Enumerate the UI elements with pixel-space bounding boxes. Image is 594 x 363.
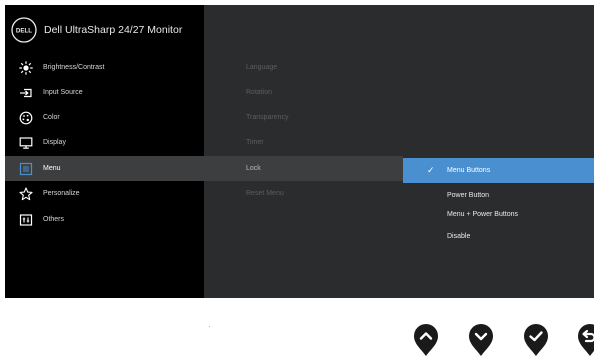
lock-option-menu-buttons[interactable]: ✓ Menu Buttons [403,158,594,183]
others-icon [19,213,33,227]
submenu-item-label: Timer [246,139,264,146]
monitor-title: Dell UltraSharp 24/27 Monitor [44,24,183,36]
nav-key-confirm[interactable] [522,322,550,358]
submenu-panel: Language Rotation Transparency Timer Loc… [204,5,403,298]
menu-item-others[interactable]: Others [5,207,204,232]
osd-header: DELL Dell UltraSharp 24/27 Monitor [11,17,182,43]
input-source-icon [19,86,33,100]
menu-item-input-source[interactable]: Input Source [5,80,204,105]
submenu-item-label: Rotation [246,89,273,96]
lock-option-label: Menu + Power Buttons [447,211,519,218]
menu-item-menu[interactable]: Menu [5,156,204,181]
submenu-item-transparency[interactable]: Transparency [204,105,403,130]
menu-item-label: Color [43,114,60,121]
menu-item-label: Menu [43,165,61,172]
menu-item-personalize[interactable]: Personalize [5,181,204,206]
nav-key-down[interactable] [467,322,495,358]
dell-logo-text: DELL [16,27,32,34]
submenu-item-reset-menu[interactable]: Reset Menu [204,181,403,206]
menu-item-brightness-contrast[interactable]: Brightness/Contrast [5,55,204,80]
dell-logo: DELL [11,17,37,43]
lock-option-label: Disable [447,233,471,240]
check-icon [524,324,548,356]
menu-item-label: Brightness/Contrast [43,64,105,71]
submenu-item-language[interactable]: Language [204,55,403,80]
submenu-item-lock[interactable]: Lock [204,156,403,181]
submenu-item-rotation[interactable]: Rotation [204,80,403,105]
back-icon [578,324,594,356]
divider-dot [209,326,210,327]
menu-item-label: Personalize [43,190,80,197]
lock-option-label: Menu Buttons [447,167,491,174]
chevron-up-icon [414,324,438,356]
submenu-item-label: Transparency [246,114,289,121]
nav-key-back[interactable] [576,322,594,358]
nav-key-up[interactable] [412,322,440,358]
menu-item-label: Display [43,139,66,146]
submenu-item-label: Reset Menu [246,190,284,197]
lock-options-panel: ✓ Menu Buttons Power Button Menu + Power… [403,5,594,298]
color-palette-icon [19,111,33,125]
brightness-icon [19,60,33,75]
submenu-item-label: Language [246,64,278,71]
menu-item-label: Input Source [43,89,83,96]
submenu-item-label: Lock [246,165,261,172]
chevron-down-icon [469,324,493,356]
menu-item-label: Others [43,216,65,223]
lock-option-disable[interactable]: Disable [403,224,594,249]
check-icon: ✓ [427,165,435,175]
star-icon [19,186,33,201]
menu-icon [19,162,33,176]
monitor-osd: DELL Dell UltraSharp 24/27 Monitor Brigh… [5,5,594,298]
menu-item-display[interactable]: Display [5,130,204,155]
menu-item-color[interactable]: Color [5,105,204,130]
lock-option-label: Power Button [447,192,490,199]
display-icon [19,136,33,150]
main-menu-panel: DELL Dell UltraSharp 24/27 Monitor Brigh… [5,5,204,298]
submenu-item-timer[interactable]: Timer [204,130,403,155]
